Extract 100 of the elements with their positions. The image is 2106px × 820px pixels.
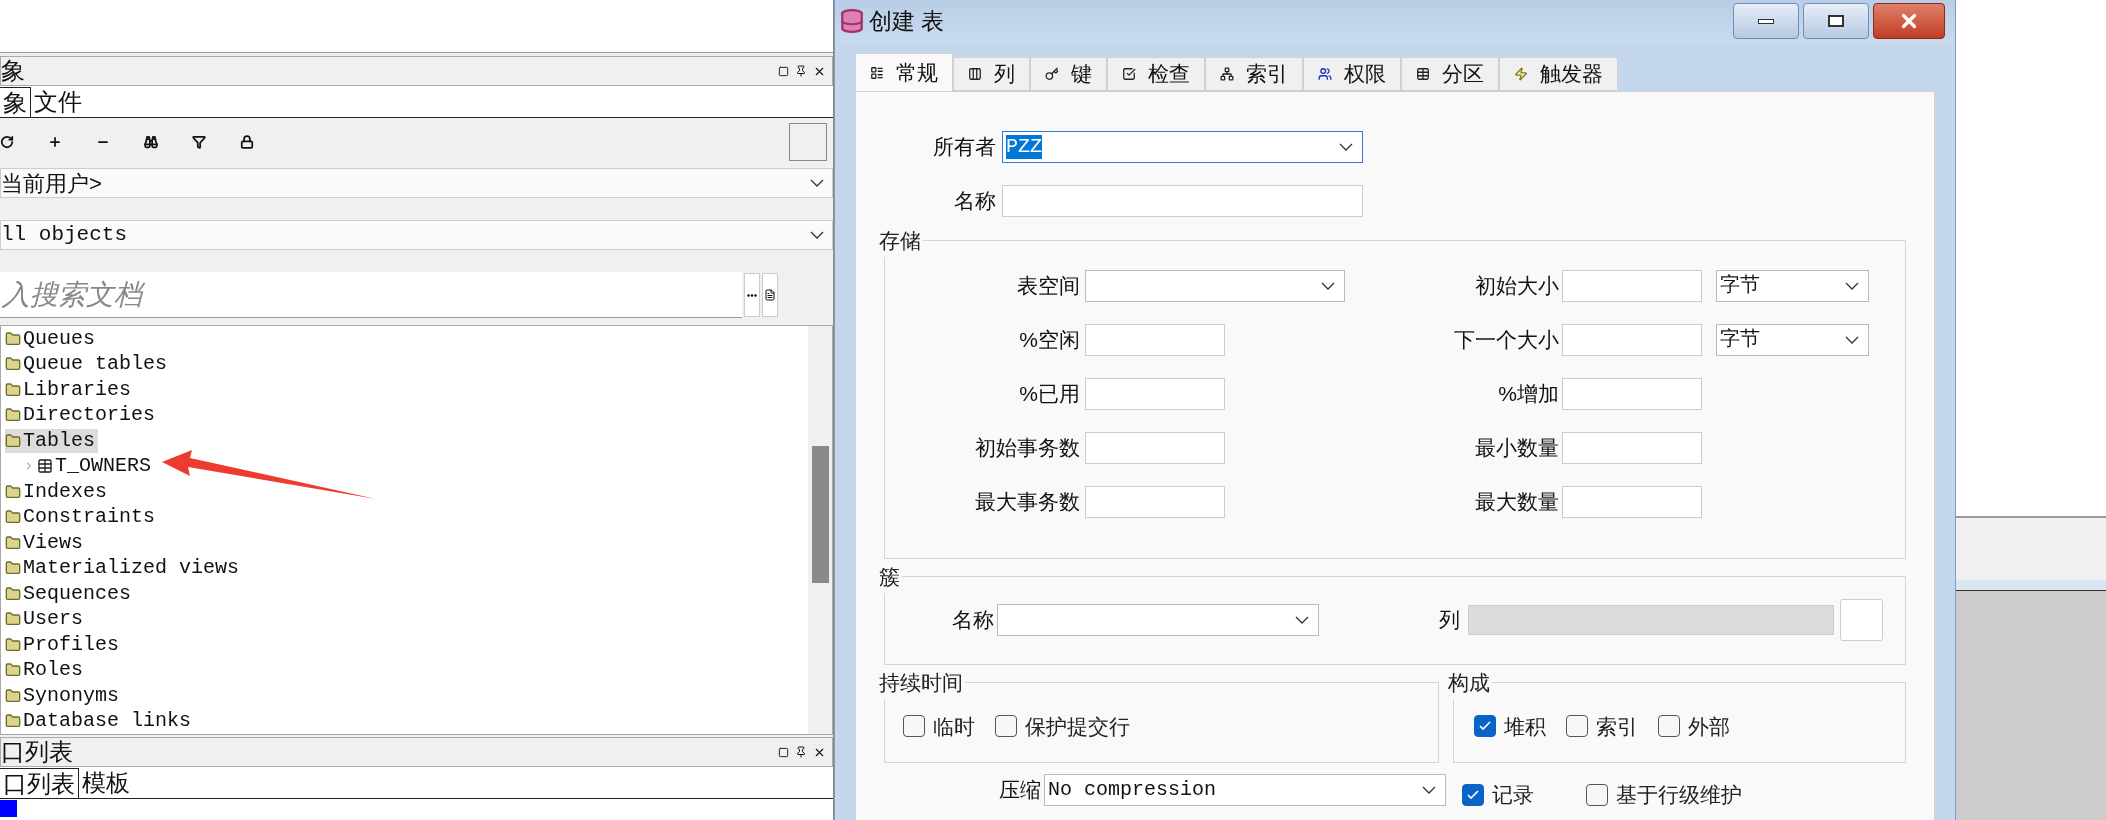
owner-dropdown[interactable]: 当前用户> — [0, 168, 833, 198]
tree-item[interactable]: Sequences — [5, 581, 135, 606]
folder-icon — [5, 483, 21, 500]
text-field[interactable] — [1562, 269, 1702, 302]
text-field[interactable] — [1085, 485, 1225, 518]
close-button[interactable] — [1873, 3, 1945, 39]
checkbox[interactable] — [1462, 783, 1484, 806]
checkbox[interactable] — [1657, 715, 1680, 738]
field-label: 名称 — [951, 606, 995, 633]
folder-icon — [5, 611, 21, 628]
chevron-down-icon — [810, 179, 824, 187]
name-field[interactable] — [1002, 185, 1363, 217]
binoculars-icon[interactable] — [144, 135, 158, 149]
plus-icon[interactable] — [48, 135, 62, 149]
folder-icon — [5, 534, 21, 551]
dialog-tab[interactable]: 索引 — [1205, 57, 1303, 91]
folder-icon — [5, 662, 21, 679]
refresh-icon[interactable] — [0, 135, 14, 149]
folder-icon — [5, 713, 21, 730]
tree-item[interactable]: Constraints — [5, 505, 159, 530]
tree-item[interactable]: Roles — [5, 658, 86, 683]
chevron-down-icon — [810, 231, 824, 239]
checkbox-label: 临时 — [933, 713, 975, 740]
tab-icon — [1318, 67, 1332, 81]
checkbox[interactable] — [995, 715, 1017, 738]
filter-dropdown[interactable]: ll objects — [0, 220, 833, 250]
dialog-tab[interactable]: 检查 — [1107, 57, 1205, 91]
tree-item[interactable]: T_OWNERS — [37, 454, 154, 479]
unit-select[interactable]: 字节 — [1716, 323, 1869, 356]
text-field[interactable] — [1562, 431, 1702, 464]
folder-icon — [5, 432, 21, 449]
lock-icon[interactable] — [240, 135, 254, 149]
text-field[interactable] — [1562, 485, 1702, 518]
checkbox-label: 保护提交行 — [1025, 713, 1130, 740]
restore-icon[interactable] — [778, 746, 789, 758]
tab-icon — [1416, 67, 1430, 81]
ellipsis-icon[interactable] — [744, 273, 760, 317]
panel-tab[interactable]: 文件 — [31, 87, 85, 117]
owner-select[interactable]: PZZ — [1002, 131, 1363, 163]
field-label: 最小数量 — [1474, 434, 1560, 461]
restore-icon[interactable] — [778, 65, 789, 77]
tab-icon — [1122, 67, 1136, 81]
checkbox[interactable] — [903, 715, 925, 738]
panel-title: 口列表 — [1, 740, 73, 764]
dialog-tab[interactable]: 列 — [953, 57, 1030, 91]
pin-icon[interactable] — [795, 65, 807, 77]
tree-item[interactable]: Profiles — [5, 632, 122, 657]
checkbox[interactable] — [1473, 715, 1496, 738]
tree-item[interactable]: Synonyms — [5, 683, 122, 708]
tree-item[interactable]: Queues — [5, 326, 98, 351]
scrollbar[interactable] — [808, 326, 832, 734]
dialog-tab[interactable]: 常规 — [855, 53, 953, 91]
tree-item[interactable]: Queue tables — [5, 352, 171, 377]
database-icon — [839, 8, 865, 34]
panel-tab[interactable]: 口列表 — [0, 768, 79, 798]
field-label: %空闲 — [1018, 326, 1081, 353]
dialog-tab[interactable]: 键 — [1030, 57, 1107, 91]
toolbar-button[interactable] — [789, 123, 827, 161]
checkbox[interactable] — [1565, 715, 1588, 738]
field-label: 列 — [1439, 606, 1461, 633]
filter-icon[interactable] — [192, 135, 206, 149]
tree-item[interactable]: Libraries — [5, 377, 135, 402]
dialog-tab[interactable]: 分区 — [1401, 57, 1499, 91]
tree-item[interactable]: Materialized views — [5, 556, 243, 581]
dialog-tab[interactable]: 权限 — [1303, 57, 1401, 91]
checkbox[interactable] — [1586, 783, 1608, 806]
tree-item[interactable]: Views — [5, 530, 86, 555]
folder-icon — [5, 330, 21, 347]
window-title: 创建 表 — [869, 6, 945, 36]
field-label: 表空间 — [1016, 272, 1081, 299]
folder-icon — [5, 381, 21, 398]
text-field[interactable] — [1085, 323, 1225, 356]
text-field[interactable] — [1562, 323, 1702, 356]
tree-item[interactable]: Directories — [5, 403, 159, 428]
chevron-down-icon — [1339, 143, 1353, 151]
list-item-highlight — [0, 800, 17, 817]
tree-item[interactable]: Tables — [5, 428, 98, 453]
text-field[interactable] — [1562, 377, 1702, 410]
compression-select[interactable]: No compression — [1044, 773, 1446, 806]
text-field[interactable] — [1085, 377, 1225, 410]
chevron-down-icon — [1845, 335, 1859, 344]
pin-icon[interactable] — [795, 746, 807, 758]
group-title: 存储 — [878, 228, 922, 254]
checkbox-label: 索引 — [1595, 713, 1638, 740]
dialog-tab[interactable]: 触发器 — [1499, 57, 1618, 91]
panel-title: 象 — [1, 59, 25, 83]
maximize-button[interactable] — [1803, 3, 1869, 39]
field-label: 下一个大小 — [1453, 326, 1560, 353]
folder-icon — [5, 356, 21, 373]
tree-item[interactable]: Database links — [5, 709, 195, 734]
search-field[interactable]: 入搜索文档 — [0, 272, 742, 318]
tree-item[interactable]: Indexes — [5, 479, 110, 504]
field-label: 最大数量 — [1474, 488, 1560, 515]
panel-tab[interactable]: 象 — [0, 87, 31, 117]
unit-select[interactable]: 字节 — [1716, 269, 1869, 302]
text-field[interactable] — [1085, 431, 1225, 464]
tree-item[interactable]: Users — [5, 607, 86, 632]
chevron-down-icon — [1422, 785, 1436, 794]
scrollbar-thumb[interactable] — [811, 446, 829, 583]
document-button[interactable] — [762, 273, 778, 317]
